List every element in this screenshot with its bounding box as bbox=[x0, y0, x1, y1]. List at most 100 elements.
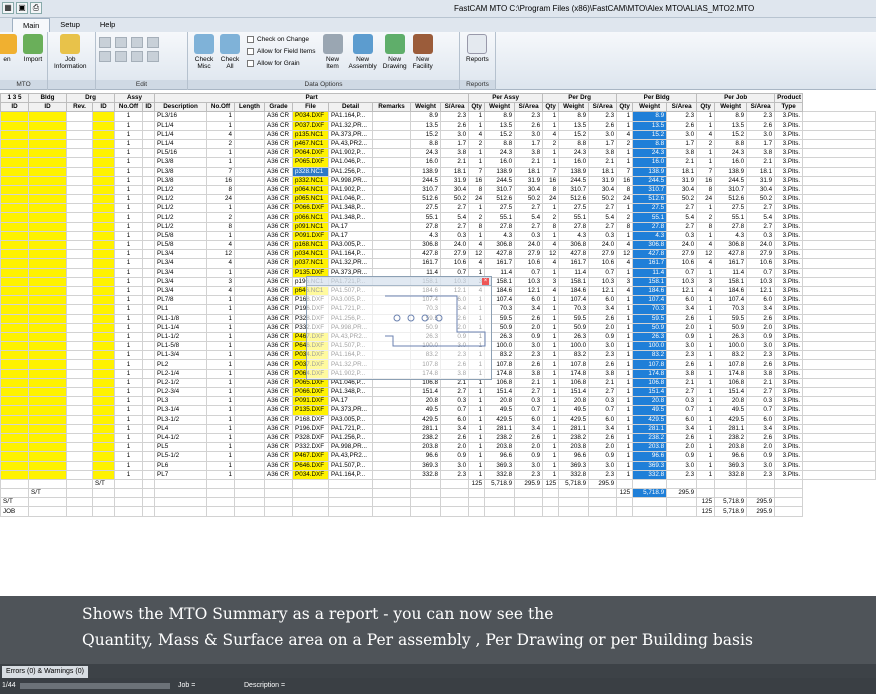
value-cell[interactable]: 2.1 bbox=[666, 157, 698, 168]
part-length[interactable] bbox=[234, 313, 266, 324]
part-no-off[interactable]: 1 bbox=[206, 386, 236, 398]
value-cell[interactable]: 1 bbox=[616, 469, 634, 480]
value-cell[interactable]: 3.Plts. bbox=[774, 414, 804, 425]
assy-no-off[interactable]: 1 bbox=[114, 405, 144, 416]
value-cell[interactable]: 15.2 bbox=[410, 129, 442, 140]
value-cell[interactable]: 8.8 bbox=[410, 138, 442, 150]
drg-id[interactable] bbox=[28, 405, 67, 416]
part-grade[interactable]: A36 CR bbox=[264, 423, 294, 434]
value-cell[interactable]: 10.3 bbox=[666, 276, 698, 287]
part-grade[interactable]: A36 CR bbox=[264, 432, 294, 444]
subtotal-qty[interactable]: 125 bbox=[468, 478, 486, 490]
value-cell[interactable]: 0.9 bbox=[746, 451, 776, 462]
part-detail[interactable]: PA1.32,PR... bbox=[328, 120, 374, 131]
value-cell[interactable]: 24.0 bbox=[514, 239, 544, 251]
part-description[interactable]: PL1-3/4 bbox=[154, 350, 208, 361]
part-length[interactable] bbox=[234, 405, 266, 416]
subtotal-qty[interactable]: 125 bbox=[542, 478, 560, 490]
part-grade[interactable]: A36 CR bbox=[264, 157, 294, 168]
empty-cell[interactable] bbox=[372, 506, 412, 517]
part-no-off[interactable]: 1 bbox=[206, 405, 236, 416]
empty-cell[interactable] bbox=[154, 506, 208, 517]
value-cell[interactable]: 3 bbox=[542, 276, 560, 287]
part-file[interactable]: p064.NC1 bbox=[292, 184, 330, 196]
assy-no-off[interactable]: 1 bbox=[114, 203, 144, 214]
part-no-off[interactable]: 1 bbox=[206, 359, 236, 370]
value-cell[interactable]: 161.7 bbox=[558, 258, 590, 269]
assy-no-off[interactable]: 1 bbox=[114, 341, 144, 352]
table-row[interactable]: 1 PL4-1/2 1 A36 CR P328.DXF PA1.256,P... 238.2… bbox=[0, 432, 876, 444]
part-length[interactable] bbox=[234, 414, 266, 425]
value-cell[interactable]: 184.6 bbox=[632, 285, 668, 297]
drg-id[interactable] bbox=[28, 129, 67, 140]
import-button[interactable]: Import bbox=[23, 34, 43, 63]
drg-id[interactable] bbox=[28, 304, 67, 315]
value-cell[interactable]: 281.1 bbox=[714, 423, 748, 434]
drg-id[interactable] bbox=[28, 267, 67, 278]
part-detail[interactable]: PA1.721,P... bbox=[328, 423, 374, 434]
drg-id[interactable] bbox=[28, 322, 67, 333]
part-id[interactable] bbox=[142, 138, 156, 150]
value-cell[interactable]: 30.4 bbox=[440, 184, 470, 196]
part-file[interactable]: P196.DXF bbox=[292, 423, 330, 434]
header-product[interactable]: Product bbox=[774, 93, 804, 104]
part-remarks[interactable] bbox=[372, 166, 412, 177]
value-cell[interactable]: 158.1 bbox=[558, 276, 590, 287]
value-cell[interactable]: 1 bbox=[696, 148, 716, 159]
drg-id[interactable] bbox=[28, 341, 67, 352]
assy-id[interactable] bbox=[91, 166, 116, 177]
drg-rev[interactable] bbox=[66, 368, 93, 379]
table-row[interactable]: 1 PL5/8 4 A36 CR p168.NC1 PA3.005,P... 306.8 24… bbox=[0, 239, 876, 251]
value-cell[interactable]: 7 bbox=[616, 166, 634, 177]
drg-id[interactable] bbox=[28, 285, 67, 297]
drg-rev[interactable] bbox=[66, 249, 93, 260]
part-length[interactable] bbox=[234, 230, 266, 242]
value-cell[interactable]: 1 bbox=[696, 359, 716, 370]
part-description[interactable]: PL3 bbox=[154, 396, 208, 407]
value-cell[interactable]: 83.2 bbox=[714, 350, 748, 361]
table-row[interactable]: 1 PL1/2 1 A36 CR P066.DXF PA1.348,P... 27.5 2.7… bbox=[0, 203, 876, 214]
part-no-off[interactable]: 4 bbox=[206, 129, 236, 140]
value-cell[interactable]: 512.6 bbox=[484, 194, 516, 205]
part-no-off[interactable]: 8 bbox=[206, 221, 236, 232]
value-cell[interactable]: 1 bbox=[616, 120, 634, 131]
product-type[interactable] bbox=[802, 239, 876, 251]
part-no-off[interactable]: 1 bbox=[206, 377, 236, 389]
value-cell[interactable]: 2.6 bbox=[666, 359, 698, 370]
part-detail[interactable]: PA1.348,P... bbox=[328, 203, 374, 214]
product-type[interactable] bbox=[802, 368, 876, 379]
value-cell[interactable]: 6.0 bbox=[588, 295, 618, 306]
assy-id[interactable] bbox=[91, 129, 116, 140]
empty-cell[interactable] bbox=[514, 497, 544, 508]
drg-id[interactable] bbox=[28, 350, 67, 361]
header-per-drg[interactable]: Per Drg bbox=[542, 93, 618, 104]
part-file[interactable]: P168.DXF bbox=[292, 414, 330, 425]
value-cell[interactable]: 12 bbox=[542, 249, 560, 260]
empty-cell[interactable] bbox=[142, 478, 156, 490]
value-cell[interactable]: 1 bbox=[542, 341, 560, 352]
part-detail[interactable]: PA3.005,P... bbox=[328, 239, 374, 251]
empty-cell[interactable] bbox=[410, 478, 442, 490]
value-cell[interactable]: 244.5 bbox=[632, 175, 668, 186]
column-header[interactable]: Rev. bbox=[66, 102, 93, 113]
part-grade[interactable]: A36 CR bbox=[264, 120, 294, 131]
empty-cell[interactable] bbox=[66, 506, 93, 517]
value-cell[interactable]: 1 bbox=[468, 396, 486, 407]
part-id[interactable] bbox=[142, 295, 156, 306]
table-row[interactable]: 1 PL6 1 A36 CR P646.DXF PA1.507,P... 369.3 3.0 1… bbox=[0, 460, 876, 471]
drg-id[interactable] bbox=[28, 386, 67, 398]
empty-cell[interactable] bbox=[632, 506, 668, 517]
bldg-id[interactable] bbox=[0, 460, 29, 471]
value-cell[interactable]: 2.6 bbox=[666, 120, 698, 131]
assy-no-off[interactable]: 1 bbox=[114, 285, 144, 297]
part-length[interactable] bbox=[234, 386, 266, 398]
value-cell[interactable]: 2.3 bbox=[666, 350, 698, 361]
empty-cell[interactable] bbox=[468, 488, 486, 499]
part-length[interactable] bbox=[234, 258, 266, 269]
value-cell[interactable]: 2 bbox=[696, 138, 716, 150]
part-remarks[interactable] bbox=[372, 138, 412, 150]
product-type[interactable] bbox=[802, 313, 876, 324]
part-no-off[interactable]: 1 bbox=[206, 423, 236, 434]
table-row[interactable]: 1 PL5 1 A36 CR P332.DXF PA.998,PR... 203.8 2.0 1… bbox=[0, 442, 876, 453]
part-description[interactable]: PL3/8 bbox=[154, 157, 208, 168]
